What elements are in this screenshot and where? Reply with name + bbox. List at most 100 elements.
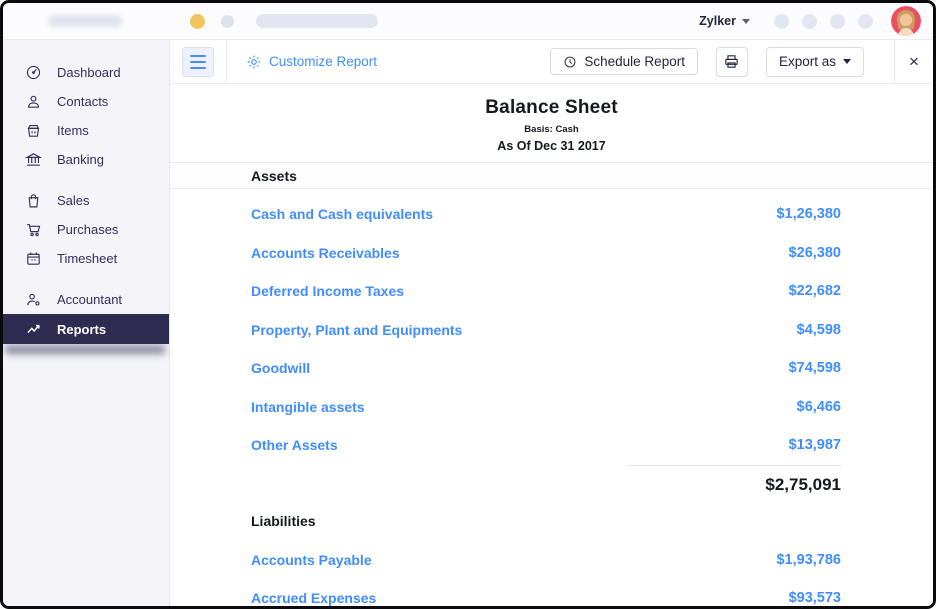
table-row: Deferred Income Taxes $22,682 xyxy=(170,272,933,311)
basket-icon xyxy=(25,122,42,139)
trend-chart-icon xyxy=(25,321,42,338)
org-name: Zylker xyxy=(699,14,736,28)
avatar[interactable] xyxy=(891,6,921,36)
clock-icon xyxy=(563,55,577,69)
account-amount[interactable]: $1,93,786 xyxy=(776,552,841,568)
customize-report-button[interactable]: Customize Report xyxy=(246,54,377,70)
print-button[interactable] xyxy=(716,47,748,77)
gear-icon xyxy=(246,54,262,70)
printer-icon xyxy=(723,53,740,70)
page-title: Balance Sheet xyxy=(170,97,933,119)
sidebar-group-main: Dashboard Contacts Items Banking xyxy=(3,58,169,173)
sidebar-item-banking[interactable]: Banking xyxy=(3,145,169,173)
sidebar-item-label: Reports xyxy=(57,322,106,337)
schedule-report-label: Schedule Report xyxy=(584,54,685,69)
account-amount[interactable]: $13,987 xyxy=(789,437,841,453)
account-amount[interactable]: $4,598 xyxy=(797,322,841,338)
account-link[interactable]: Accrued Expenses xyxy=(251,590,376,606)
sidebar-group-reports: Accountant Reports xyxy=(3,285,169,344)
close-report-button[interactable]: × xyxy=(895,40,933,84)
account-link[interactable]: Intangible assets xyxy=(251,399,365,415)
sidebar-item-reports[interactable]: Reports xyxy=(3,314,169,344)
report-panel: Customize Report Schedule Report Export … xyxy=(169,40,933,606)
sidebar-item-purchases[interactable]: Purchases xyxy=(3,215,169,243)
account-amount[interactable]: $1,26,380 xyxy=(776,206,841,222)
table-row: Property, Plant and Equipments $4,598 xyxy=(170,311,933,350)
sidebar-item-sales[interactable]: Sales xyxy=(3,186,169,214)
account-link[interactable]: Cash and Cash equivalents xyxy=(251,206,433,222)
sidebar-blur-smudge xyxy=(5,345,165,354)
report-as-of-date: As Of Dec 31 2017 xyxy=(170,139,933,153)
sidebar-item-label: Contacts xyxy=(57,94,108,109)
topbar-action-4[interactable] xyxy=(858,14,873,29)
export-as-button[interactable]: Export as xyxy=(766,47,864,77)
sidebar-item-accountant[interactable]: Accountant xyxy=(3,285,169,313)
app-window: Zylker Dashboard xyxy=(0,0,936,609)
report-title-block: Balance Sheet Basis: Cash As Of Dec 31 2… xyxy=(170,97,933,153)
sidebar-group-transactions: Sales Purchases Timesheet xyxy=(3,186,169,272)
sidebar-item-items[interactable]: Items xyxy=(3,116,169,144)
assets-rows: Cash and Cash equivalents $1,26,380 Acco… xyxy=(170,189,933,465)
sidebar-item-dashboard[interactable]: Dashboard xyxy=(3,58,169,86)
assets-total: $2,75,091 xyxy=(170,466,933,499)
table-row: Accounts Payable $1,93,786 xyxy=(170,541,933,580)
customize-report-label: Customize Report xyxy=(269,54,377,69)
chevron-down-icon xyxy=(742,19,750,24)
account-link[interactable]: Deferred Income Taxes xyxy=(251,283,404,299)
account-link[interactable]: Property, Plant and Equipments xyxy=(251,322,462,338)
topbar-action-1[interactable] xyxy=(774,14,789,29)
report-body: Balance Sheet Basis: Cash As Of Dec 31 2… xyxy=(170,84,933,606)
status-dot[interactable] xyxy=(221,15,234,28)
dashboard-icon xyxy=(25,64,42,81)
account-amount[interactable]: $93,573 xyxy=(789,590,841,606)
table-row: Goodwill $74,598 xyxy=(170,349,933,388)
table-row: Accrued Expenses $93,573 xyxy=(170,579,933,606)
account-amount[interactable]: $74,598 xyxy=(789,360,841,376)
account-amount[interactable]: $22,682 xyxy=(789,283,841,299)
table-row: Cash and Cash equivalents $1,26,380 xyxy=(170,195,933,234)
shopping-bag-icon xyxy=(25,192,42,209)
report-list-toggle-button[interactable] xyxy=(182,47,214,77)
app-body: Dashboard Contacts Items Banking xyxy=(3,40,933,606)
org-switcher[interactable]: Zylker xyxy=(699,14,750,28)
sidebar-item-label: Timesheet xyxy=(57,251,117,266)
section-header-assets: Assets xyxy=(170,162,933,189)
topbar-action-3[interactable] xyxy=(830,14,845,29)
table-row: Accounts Receivables $26,380 xyxy=(170,234,933,273)
bank-icon xyxy=(25,151,42,168)
sidebar: Dashboard Contacts Items Banking xyxy=(3,40,169,606)
sidebar-item-label: Accountant xyxy=(57,292,122,307)
account-link[interactable]: Goodwill xyxy=(251,360,310,376)
hamburger-icon xyxy=(190,55,206,57)
schedule-report-button[interactable]: Schedule Report xyxy=(550,48,698,75)
shopping-cart-icon xyxy=(25,221,42,238)
topbar-actions xyxy=(774,14,873,29)
topbar-action-2[interactable] xyxy=(802,14,817,29)
account-link[interactable]: Accounts Receivables xyxy=(251,245,400,261)
sidebar-item-label: Items xyxy=(57,123,89,138)
notification-dot[interactable] xyxy=(190,14,205,29)
top-bar: Zylker xyxy=(3,3,933,40)
accountant-icon xyxy=(25,291,42,308)
export-as-label: Export as xyxy=(779,54,836,69)
chevron-down-icon xyxy=(843,59,851,64)
account-amount[interactable]: $6,466 xyxy=(797,399,841,415)
app-logo xyxy=(48,15,122,27)
sidebar-item-label: Sales xyxy=(57,193,90,208)
calendar-icon xyxy=(25,250,42,267)
sidebar-item-label: Purchases xyxy=(57,222,118,237)
sidebar-item-timesheet[interactable]: Timesheet xyxy=(3,244,169,272)
table-row: Intangible assets $6,466 xyxy=(170,388,933,427)
report-basis: Basis: Cash xyxy=(170,124,933,135)
account-link[interactable]: Other Assets xyxy=(251,437,338,453)
toolbar-divider xyxy=(226,40,227,84)
section-header-liabilities: Liabilities xyxy=(170,513,933,533)
sidebar-item-contacts[interactable]: Contacts xyxy=(3,87,169,115)
sidebar-item-label: Dashboard xyxy=(57,65,121,80)
liabilities-rows: Accounts Payable $1,93,786 Accrued Expen… xyxy=(170,533,933,607)
account-link[interactable]: Accounts Payable xyxy=(251,552,372,568)
account-amount[interactable]: $26,380 xyxy=(789,245,841,261)
table-row: Other Assets $13,987 xyxy=(170,426,933,465)
search-bar-pill[interactable] xyxy=(256,14,378,28)
report-toolbar: Customize Report Schedule Report Export … xyxy=(170,40,933,84)
